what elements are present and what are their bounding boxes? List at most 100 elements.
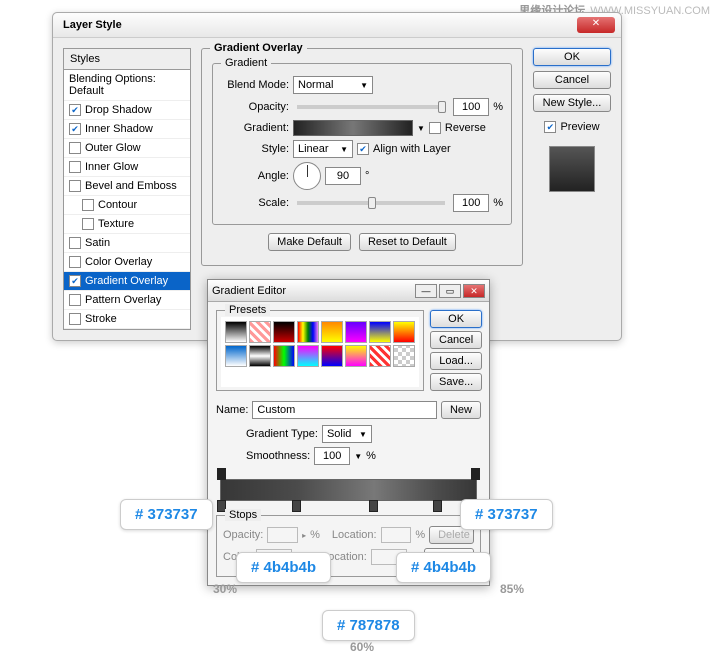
ge-load-button[interactable]: Load... (430, 352, 482, 370)
scale-slider[interactable] (297, 201, 445, 205)
annotation-pct: 60% (350, 640, 374, 654)
angle-label: Angle: (221, 170, 289, 182)
chevron-down-icon: ▼ (360, 81, 368, 90)
style-gradient-overlay[interactable]: ✔Gradient Overlay (64, 272, 190, 291)
checkbox-icon[interactable]: ✔ (69, 275, 81, 287)
gradient-label: Gradient: (221, 122, 289, 134)
reset-default-button[interactable]: Reset to Default (359, 233, 456, 251)
annotation-pct: 30% (213, 582, 237, 596)
style-satin[interactable]: Satin (64, 234, 190, 253)
close-icon[interactable]: ✕ (577, 17, 615, 33)
stop-location-input (381, 527, 412, 543)
smoothness-value[interactable]: 100 (314, 447, 350, 465)
new-button[interactable]: New (441, 401, 481, 419)
maximize-icon[interactable]: ▭ (439, 284, 461, 298)
new-style-button[interactable]: New Style... (533, 94, 611, 112)
gradient-overlay-panel: Gradient Overlay Gradient Blend Mode:Nor… (201, 48, 523, 266)
name-input[interactable]: Custom (252, 401, 437, 419)
panel-title: Gradient Overlay (210, 42, 307, 54)
style-stroke[interactable]: Stroke (64, 310, 190, 329)
color-stop[interactable] (292, 500, 301, 512)
style-outer-glow[interactable]: Outer Glow (64, 139, 190, 158)
checkbox-icon[interactable] (69, 294, 81, 306)
ge-save-button[interactable]: Save... (430, 373, 482, 391)
chevron-down-icon: ▼ (359, 430, 367, 439)
checkbox-icon[interactable] (82, 199, 94, 211)
checkbox-icon[interactable] (69, 180, 81, 192)
preview-checkbox[interactable]: ✔ (544, 121, 556, 133)
close-icon[interactable]: ✕ (463, 284, 485, 298)
checkbox-icon[interactable] (69, 142, 81, 154)
name-label: Name: (216, 404, 248, 416)
reverse-checkbox[interactable] (429, 122, 441, 134)
opacity-stop[interactable] (471, 468, 480, 480)
gradient-editor-window: Gradient Editor — ▭ ✕ Presets OK Cancel … (207, 279, 490, 586)
ge-title: Gradient Editor (212, 285, 286, 297)
gradient-swatch[interactable] (293, 120, 413, 136)
cancel-button[interactable]: Cancel (533, 71, 611, 89)
color-stop[interactable] (433, 500, 442, 512)
stops-label: Stops (225, 509, 261, 521)
checkbox-icon[interactable]: ✔ (69, 123, 81, 135)
ge-cancel-button[interactable]: Cancel (430, 331, 482, 349)
preview-label: Preview (560, 121, 599, 133)
annotation-pct: 85% (500, 582, 524, 596)
style-label: Style: (221, 143, 289, 155)
styles-header[interactable]: Styles (64, 49, 190, 70)
stop-opacity-input (267, 527, 298, 543)
style-drop-shadow[interactable]: ✔Drop Shadow (64, 101, 190, 120)
ge-ok-button[interactable]: OK (430, 310, 482, 328)
style-color-overlay[interactable]: Color Overlay (64, 253, 190, 272)
chevron-down-icon[interactable]: ▼ (354, 452, 362, 461)
chevron-down-icon[interactable]: ▼ (417, 124, 425, 133)
presets-label: Presets (225, 304, 270, 316)
annotation-color: # 373737 (120, 499, 213, 530)
opacity-slider[interactable] (297, 105, 445, 109)
style-contour[interactable]: Contour (64, 196, 190, 215)
style-inner-glow[interactable]: Inner Glow (64, 158, 190, 177)
gradient-type-select[interactable]: Solid▼ (322, 425, 372, 443)
chevron-down-icon: ▼ (340, 145, 348, 154)
checkbox-icon[interactable] (69, 161, 81, 173)
ok-button[interactable]: OK (533, 48, 611, 66)
smoothness-label: Smoothness: (246, 450, 310, 462)
opacity-value[interactable]: 100 (453, 98, 489, 116)
stop-opacity-label: Opacity: (223, 529, 263, 541)
style-inner-shadow[interactable]: ✔Inner Shadow (64, 120, 190, 139)
opacity-label: Opacity: (221, 101, 289, 113)
style-bevel-emboss[interactable]: Bevel and Emboss (64, 177, 190, 196)
checkbox-icon[interactable] (82, 218, 94, 230)
scale-value[interactable]: 100 (453, 194, 489, 212)
preview-swatch (549, 146, 595, 192)
annotation-color: # 4b4b4b (236, 552, 331, 583)
checkbox-icon[interactable] (69, 237, 81, 249)
style-texture[interactable]: Texture (64, 215, 190, 234)
presets-grid[interactable] (225, 321, 415, 367)
blend-mode-select[interactable]: Normal▼ (293, 76, 373, 94)
style-select[interactable]: Linear▼ (293, 140, 353, 158)
opacity-stop[interactable] (217, 468, 226, 480)
minimize-icon[interactable]: — (415, 284, 437, 298)
angle-dial[interactable] (293, 162, 321, 190)
align-checkbox[interactable]: ✔ (357, 143, 369, 155)
gradient-type-label: Gradient Type: (246, 428, 318, 440)
reverse-label: Reverse (445, 122, 486, 134)
style-pattern-overlay[interactable]: Pattern Overlay (64, 291, 190, 310)
color-stop[interactable] (369, 500, 378, 512)
gradient-bar[interactable] (220, 479, 477, 501)
checkbox-icon[interactable] (69, 256, 81, 268)
angle-value[interactable]: 90 (325, 167, 361, 185)
blend-mode-label: Blend Mode: (221, 79, 289, 91)
gradient-sub-label: Gradient (221, 57, 271, 69)
blending-options[interactable]: Blending Options: Default (64, 70, 190, 101)
make-default-button[interactable]: Make Default (268, 233, 351, 251)
scale-label: Scale: (221, 197, 289, 209)
checkbox-icon[interactable] (69, 313, 81, 325)
dialog-title: Layer Style (53, 13, 621, 38)
align-label: Align with Layer (373, 143, 451, 155)
annotation-color: # 373737 (460, 499, 553, 530)
checkbox-icon[interactable]: ✔ (69, 104, 81, 116)
annotation-color: # 787878 (322, 610, 415, 641)
annotation-color: # 4b4b4b (396, 552, 491, 583)
stop-location-label: Location: (332, 529, 377, 541)
